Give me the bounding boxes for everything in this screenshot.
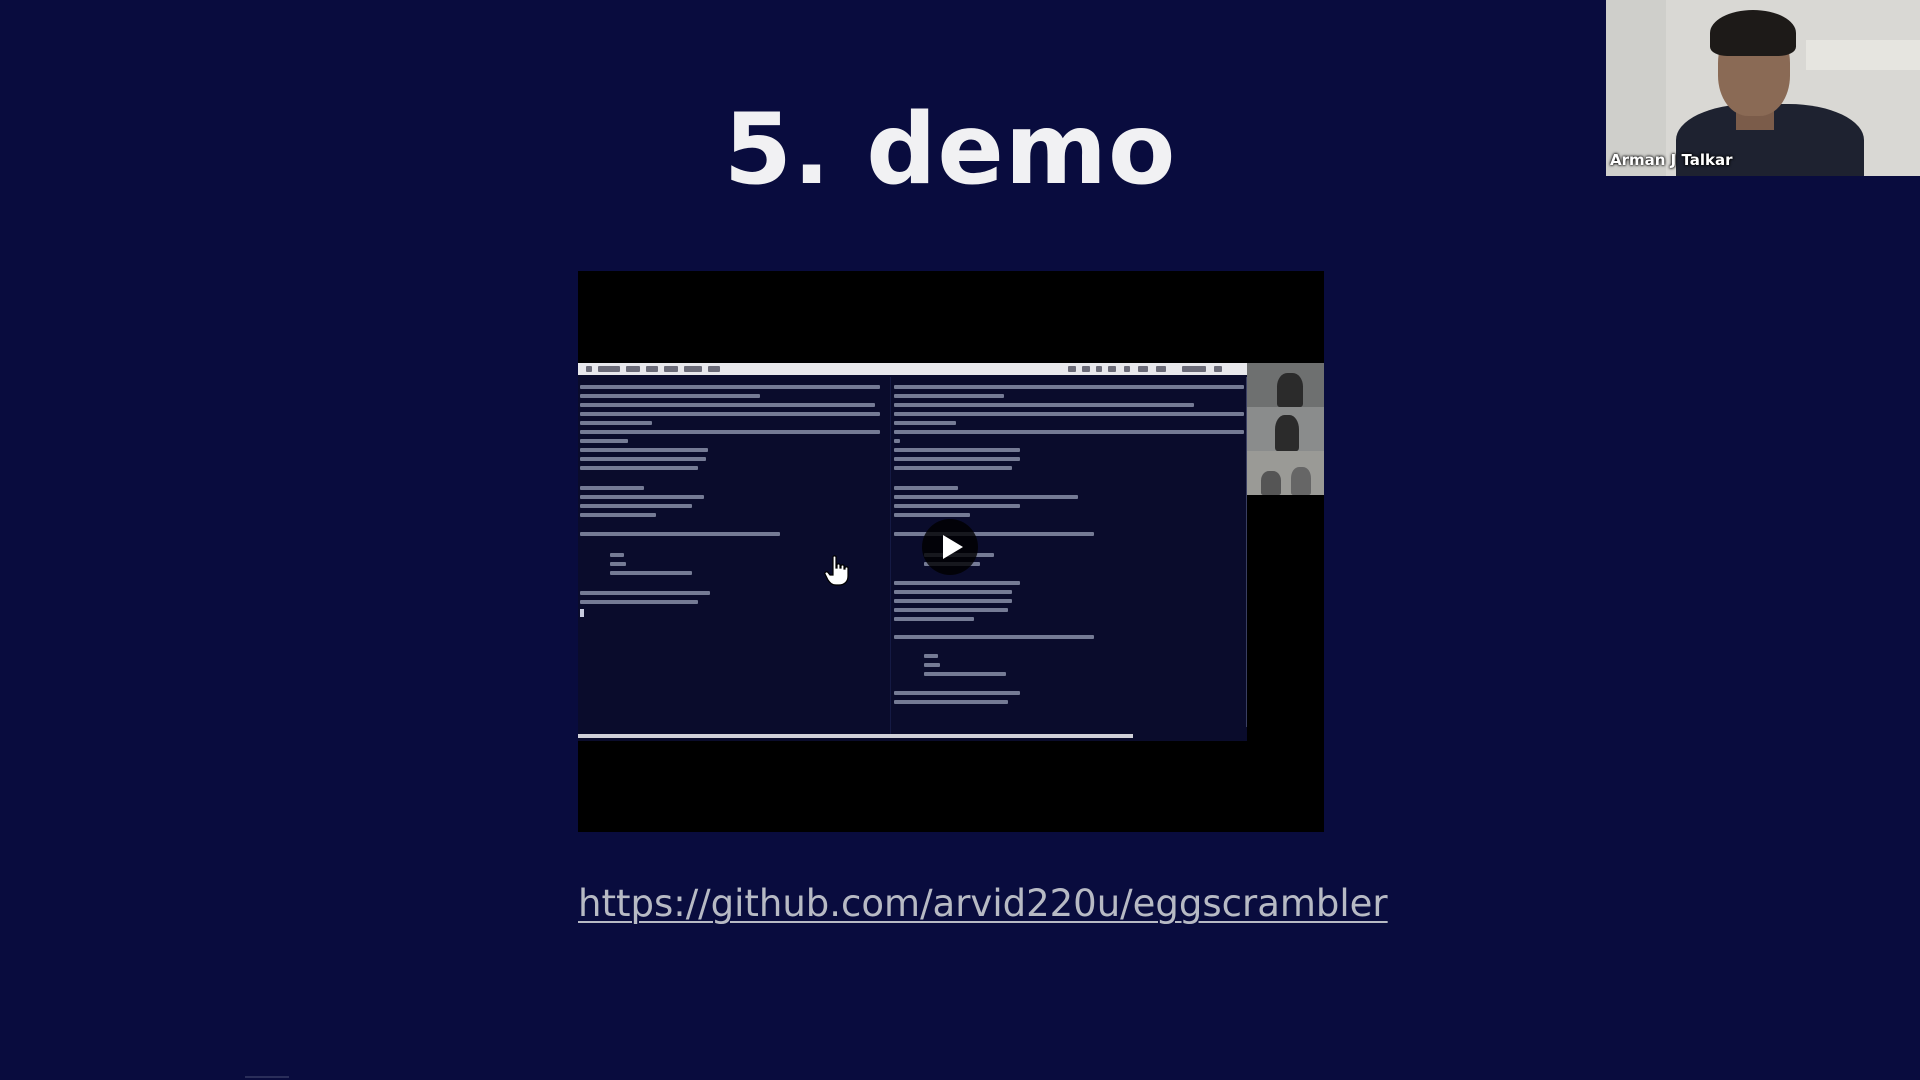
play-button[interactable] [922,519,978,575]
pane-divider [890,377,891,737]
presentation-slide: 5. demo https://github.com/arvid220u/egg… [0,0,1920,1080]
participant-thumbnail [1247,451,1324,495]
participant-thumbnail [1247,363,1324,407]
hand-pointer-icon [824,555,850,587]
participant-name: Arman J Talkar [1610,151,1733,169]
participant-thumbnail [1247,407,1324,451]
play-icon [943,535,963,559]
video-participant-thumbnails [1247,363,1324,495]
video-progress-track [578,734,1133,738]
video-screen-content [578,363,1247,741]
participant-video-tile: Arman J Talkar [1606,0,1920,176]
embedded-video[interactable] [578,271,1324,832]
terminal-menu-bar [578,363,1247,375]
github-repo-link[interactable]: https://github.com/arvid220u/eggscramble… [578,878,1388,930]
slide-footer-mark [245,1076,289,1078]
